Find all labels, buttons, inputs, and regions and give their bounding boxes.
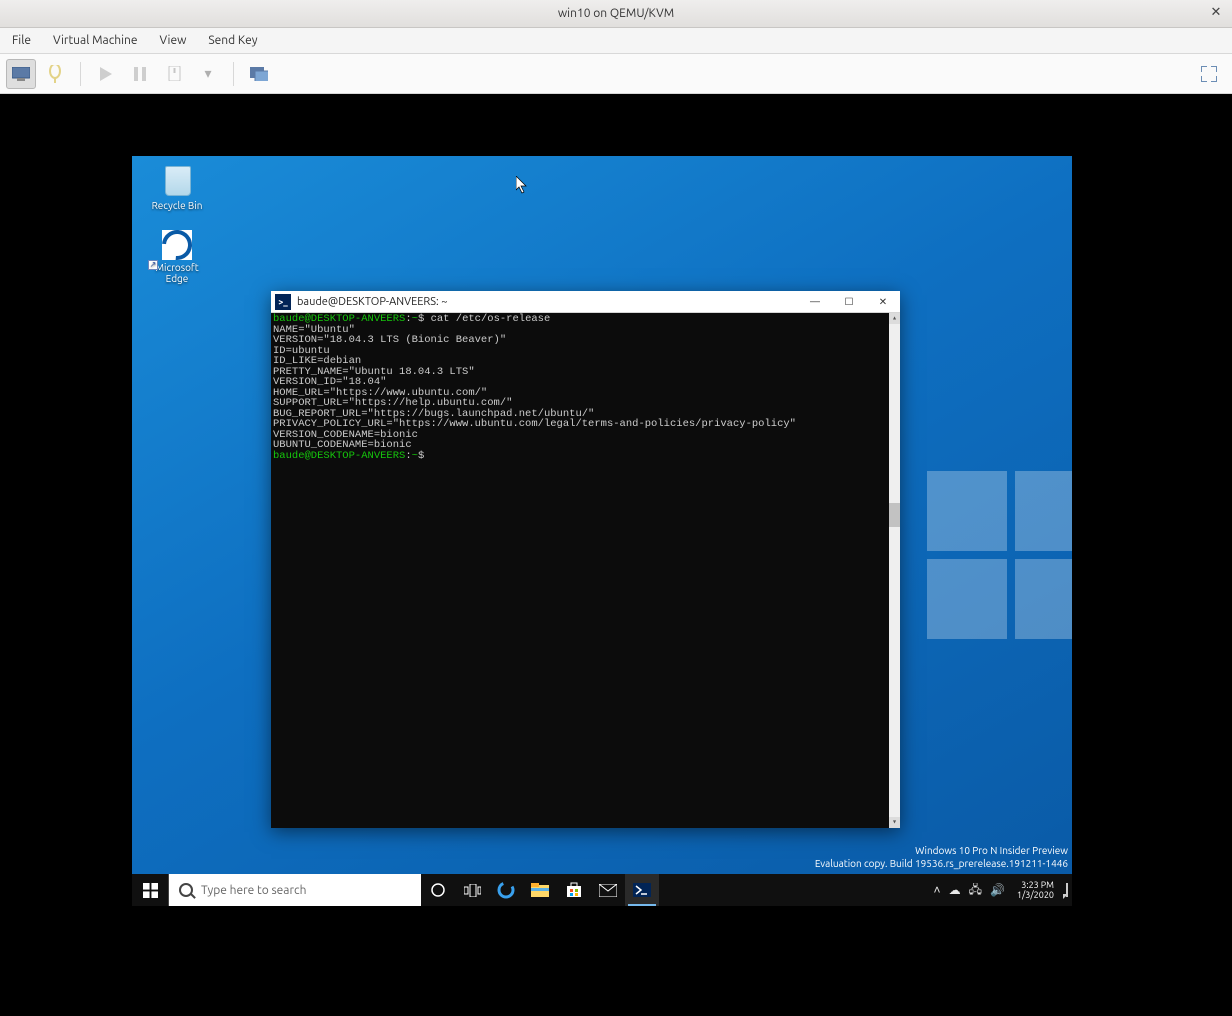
start-button[interactable] — [132, 874, 168, 906]
minimize-button[interactable]: — — [798, 291, 832, 313]
details-view-button[interactable] — [40, 59, 70, 89]
guest-display[interactable]: Recycle Bin ↗ Microsoft Edge >_ baude@DE… — [0, 94, 1232, 1016]
tray-network-icon[interactable]: 🖧 — [969, 880, 982, 901]
taskbar-search[interactable]: Type here to search — [168, 874, 421, 906]
terminal-body[interactable]: ▴ ▾ baude@DESKTOP-ANVEERS:~$ cat /etc/os… — [271, 313, 900, 828]
menu-send-key[interactable]: Send Key — [204, 32, 261, 49]
windows-desktop[interactable]: Recycle Bin ↗ Microsoft Edge >_ baude@DE… — [132, 156, 1072, 906]
search-icon — [179, 883, 193, 897]
desktop-icon-recycle-bin[interactable]: Recycle Bin — [140, 162, 214, 211]
edge-icon — [162, 230, 192, 260]
windows-logo-wallpaper — [927, 471, 1072, 646]
search-placeholder: Type here to search — [201, 884, 306, 897]
fullscreen-button[interactable] — [1194, 59, 1224, 89]
mouse-cursor-icon — [516, 176, 528, 194]
terminal-titlebar[interactable]: >_ baude@DESKTOP-ANVEERS: ~ — ☐ ✕ — [271, 291, 900, 313]
recycle-bin-icon — [159, 162, 195, 198]
host-window-title: win10 on QEMU/KVM — [558, 7, 674, 20]
pause-button[interactable] — [125, 59, 155, 89]
shutdown-button[interactable] — [159, 59, 189, 89]
taskbar-icons — [421, 874, 659, 906]
terminal-window[interactable]: >_ baude@DESKTOP-ANVEERS: ~ — ☐ ✕ ▴ ▾ ba… — [271, 291, 900, 828]
taskbar-explorer-button[interactable] — [523, 874, 557, 906]
file-explorer-icon — [531, 883, 549, 897]
task-view-button[interactable] — [455, 874, 489, 906]
snapshot-button[interactable] — [244, 59, 274, 89]
shortcut-overlay-icon: ↗ — [148, 260, 158, 270]
terminal-title-text: baude@DESKTOP-ANVEERS: ~ — [297, 296, 798, 308]
tray-onedrive-icon[interactable]: ☁ — [949, 883, 961, 897]
cortana-icon — [430, 882, 446, 898]
windows-start-icon — [143, 883, 158, 898]
menu-file[interactable]: File — [8, 32, 35, 49]
terminal-output: baude@DESKTOP-ANVEERS:~$ cat /etc/os-rel… — [273, 314, 898, 461]
tray-date: 1/3/2020 — [1017, 890, 1054, 900]
cortana-button[interactable] — [421, 874, 455, 906]
watermark-line2: Evaluation copy. Build 19536.rs_prerelea… — [815, 857, 1068, 870]
taskbar-mail-button[interactable] — [591, 874, 625, 906]
toolbar-separator — [80, 62, 81, 86]
tray-clock[interactable]: 3:23 PM 1/3/2020 — [1013, 880, 1058, 900]
scrollbar-up-icon[interactable]: ▴ — [889, 313, 900, 324]
toolbar-separator-2 — [233, 62, 234, 86]
scrollbar-down-icon[interactable]: ▾ — [889, 817, 900, 828]
task-view-icon — [464, 884, 481, 897]
tray-notifications-button[interactable] — [1066, 884, 1068, 896]
host-close-button[interactable]: ✕ — [1208, 4, 1224, 20]
host-toolbar: ▾ — [0, 54, 1232, 94]
tray-volume-icon[interactable]: 🔊 — [990, 883, 1005, 897]
store-icon — [566, 882, 582, 898]
maximize-button[interactable]: ☐ — [832, 291, 866, 313]
powershell-icon — [633, 883, 651, 897]
menu-view[interactable]: View — [156, 32, 191, 49]
windows-watermark: Windows 10 Pro N Insider Preview Evaluat… — [815, 844, 1068, 870]
notifications-icon — [1066, 883, 1068, 897]
taskbar-edge-button[interactable] — [489, 874, 523, 906]
tray-chevron-icon[interactable]: ˄ — [934, 883, 941, 897]
menu-virtual-machine[interactable]: Virtual Machine — [49, 32, 142, 49]
shutdown-menu-button[interactable]: ▾ — [193, 59, 223, 89]
close-button[interactable]: ✕ — [866, 291, 900, 313]
powershell-icon: >_ — [275, 294, 291, 310]
desktop-icon-edge[interactable]: ↗ Microsoft Edge — [140, 230, 214, 284]
watermark-line1: Windows 10 Pro N Insider Preview — [815, 844, 1068, 857]
terminal-scrollbar[interactable]: ▴ ▾ — [889, 313, 900, 828]
desktop-icon-label: Recycle Bin — [140, 200, 214, 211]
edge-icon — [497, 881, 515, 899]
taskbar-store-button[interactable] — [557, 874, 591, 906]
taskbar-powershell-button[interactable] — [625, 874, 659, 906]
tray-time: 3:23 PM — [1017, 880, 1054, 890]
host-titlebar[interactable]: win10 on QEMU/KVM ✕ — [0, 0, 1232, 28]
system-tray: ˄ ☁ 🖧 🔊 3:23 PM 1/3/2020 — [934, 874, 1072, 906]
run-button[interactable] — [91, 59, 121, 89]
taskbar: Type here to search ˄ ☁ 🖧 🔊 — [132, 874, 1072, 906]
host-menubar: File Virtual Machine View Send Key — [0, 28, 1232, 54]
mail-icon — [599, 884, 617, 897]
scrollbar-thumb[interactable] — [889, 503, 900, 527]
console-view-button[interactable] — [6, 59, 36, 89]
virt-manager-window: win10 on QEMU/KVM ✕ File Virtual Machine… — [0, 0, 1232, 1016]
